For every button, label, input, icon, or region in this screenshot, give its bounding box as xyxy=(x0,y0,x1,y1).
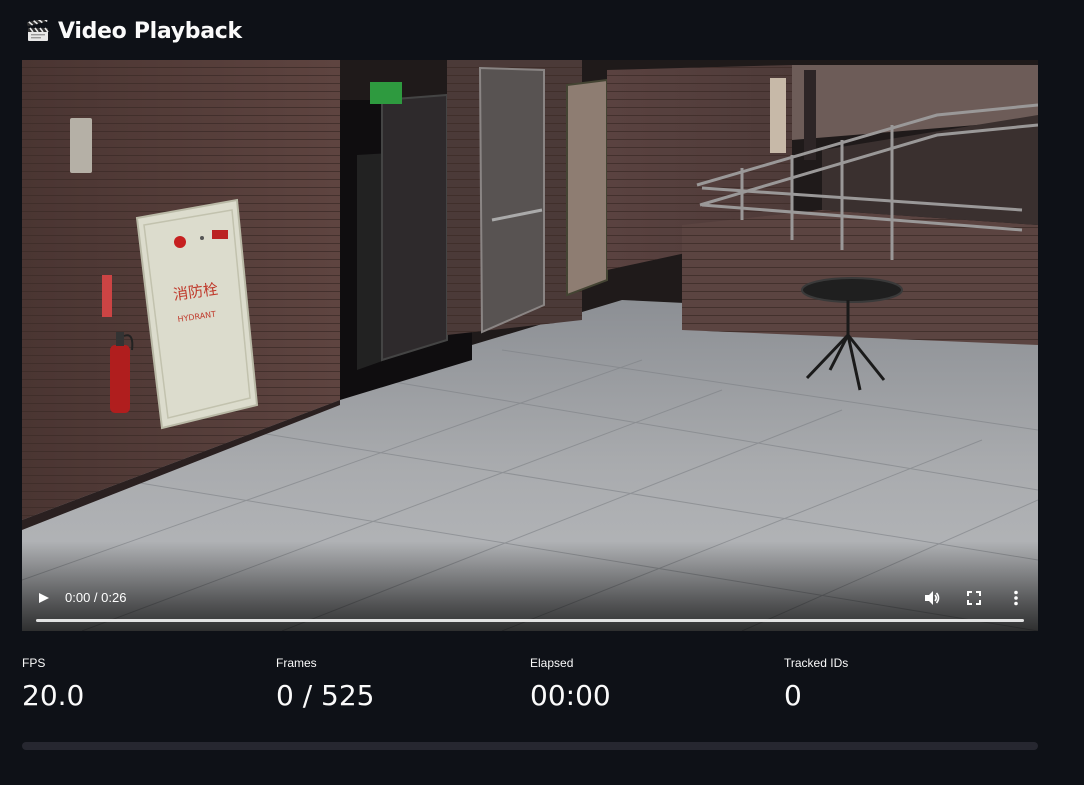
metrics-row: FPS 20.0 Frames 0 / 525 Elapsed 00:00 Tr… xyxy=(22,656,1038,712)
video-player[interactable]: 消防栓 HYDRANT 0:00 / 0:26 xyxy=(22,60,1038,631)
page-title: Video Playback xyxy=(58,18,242,44)
metric-fps: FPS 20.0 xyxy=(22,656,276,712)
metric-tracked-ids: Tracked IDs 0 xyxy=(784,656,1038,712)
clapperboard-icon xyxy=(26,17,50,42)
seek-bar[interactable] xyxy=(36,619,1024,622)
metric-value: 0 / 525 xyxy=(276,679,375,712)
metric-label: Frames xyxy=(276,656,317,670)
page-header: Video Playback xyxy=(26,14,242,48)
metric-label: Elapsed xyxy=(530,656,574,670)
fullscreen-icon[interactable] xyxy=(964,587,984,609)
app-page: Video Playback 消防栓 HYDRANT 0:00 / 0:26 F… xyxy=(0,0,1084,785)
volume-icon[interactable] xyxy=(922,587,942,609)
metric-frames: Frames 0 / 525 xyxy=(276,656,530,712)
play-icon[interactable] xyxy=(34,588,54,608)
metric-value: 00:00 xyxy=(530,679,611,712)
controls-right xyxy=(922,587,1026,609)
video-controls: 0:00 / 0:26 xyxy=(22,571,1038,631)
metric-label: FPS xyxy=(22,656,46,670)
metric-elapsed: Elapsed 00:00 xyxy=(530,656,784,712)
metric-value: 20.0 xyxy=(22,679,85,712)
more-options-icon[interactable] xyxy=(1006,587,1026,609)
metric-value: 0 xyxy=(784,679,802,712)
progress-bar xyxy=(22,742,1038,750)
time-display: 0:00 / 0:26 xyxy=(65,590,127,605)
metric-label: Tracked IDs xyxy=(784,656,849,670)
